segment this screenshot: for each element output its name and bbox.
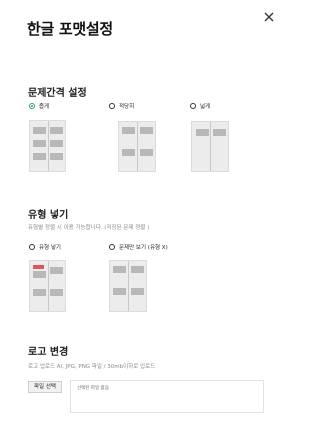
type-option-questions-only[interactable]: 문제만 보기 (유형 X) — [109, 243, 168, 251]
radio-selected-icon — [29, 103, 35, 109]
radio-unselected-icon — [109, 244, 115, 250]
type-option-include[interactable]: 유형 넣기 — [29, 243, 61, 251]
spacing-option-label: 적당히 — [119, 104, 135, 110]
radio-unselected-icon — [190, 103, 196, 109]
radio-unselected-icon — [109, 103, 115, 109]
type-option-label: 문제만 보기 (유형 X) — [119, 245, 168, 251]
spacing-preview-wide — [191, 121, 229, 172]
logo-section-title: 로고 변경 — [28, 347, 69, 358]
radio-unselected-icon — [29, 244, 35, 250]
spacing-preview-narrow — [29, 120, 66, 172]
spacing-section-title: 문제간격 설정 — [28, 88, 87, 99]
type-preview-include — [29, 260, 66, 312]
spacing-option-moderate[interactable]: 적당히 — [109, 102, 134, 110]
spacing-option-label: 넓게 — [200, 104, 211, 110]
spacing-option-label: 좁게 — [39, 104, 50, 110]
spacing-option-wide[interactable]: 넓게 — [190, 102, 210, 110]
file-select-button[interactable]: 파일 선택 — [28, 381, 62, 393]
close-icon[interactable] — [262, 10, 276, 24]
file-status-text: 선택된 파일 없음 — [77, 386, 109, 391]
type-option-label: 유형 넣기 — [39, 245, 61, 251]
type-section-description: 유형별 정렬 시 이용 가능합니다. (저장된 문제 정렬 ) — [28, 225, 150, 231]
format-settings-dialog: 한글 포맷설정 문제간격 설정 좁게 적당히 넓게 유형 넣기 유형별 정렬 시… — [0, 0, 289, 442]
file-status-box: 선택된 파일 없음 — [70, 380, 264, 413]
type-badge — [33, 265, 44, 269]
type-preview-questions-only — [109, 260, 147, 312]
type-section-title: 유형 넣기 — [28, 210, 69, 221]
dialog-title: 한글 포맷설정 — [27, 20, 113, 38]
logo-section-description: 로고 업로드 AI, JPG, PNG 파일 / 30mb이하로 업로드 — [28, 364, 156, 370]
spacing-preview-moderate — [118, 121, 156, 172]
spacing-option-narrow[interactable]: 좁게 — [29, 102, 49, 110]
